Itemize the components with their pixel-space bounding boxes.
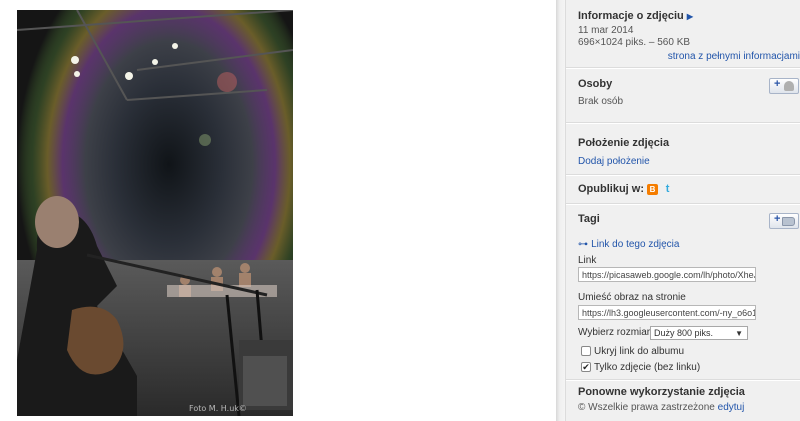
person-icon bbox=[784, 81, 794, 91]
add-person-button[interactable]: + bbox=[769, 78, 799, 94]
separator bbox=[566, 67, 800, 69]
photo-viewer[interactable]: Foto M. H.uk© bbox=[17, 10, 293, 416]
location-title: Położenie zdjęcia bbox=[578, 137, 670, 149]
tag-icon bbox=[782, 217, 795, 226]
chain-link-icon: ⊶ bbox=[578, 239, 588, 250]
photo-info-panel: Informacje o zdjęciu ▶ 11 mar 2014 696×1… bbox=[565, 0, 800, 421]
embed-field[interactable]: https://lh3.googleusercontent.com/-ny_o6… bbox=[578, 305, 756, 320]
only-photo-label: Tylko zdjęcie (bez linku) bbox=[594, 362, 701, 373]
tags-title: Tagi bbox=[578, 213, 600, 225]
only-photo-checkbox[interactable]: ✔ bbox=[581, 362, 591, 372]
tags-section: Tagi bbox=[578, 213, 800, 225]
separator bbox=[566, 203, 800, 205]
main-area: Foto M. H.uk© bbox=[0, 0, 556, 421]
separator bbox=[566, 122, 800, 124]
separator bbox=[566, 379, 800, 381]
size-select[interactable]: Duży 800 piks. ▼ bbox=[650, 326, 748, 340]
full-info-link[interactable]: strona z pełnymi informacjami bbox=[668, 51, 800, 62]
rights-text: Wszelkie prawa zastrzeżone bbox=[588, 402, 715, 413]
panel-divider bbox=[556, 0, 565, 421]
add-tag-button[interactable]: + bbox=[769, 213, 799, 229]
info-section: Informacje o zdjęciu ▶ 11 mar 2014 696×1… bbox=[578, 10, 800, 62]
publish-title: Opublikuj w: bbox=[578, 183, 644, 195]
photo-link[interactable]: Link do tego zdjęcia bbox=[591, 239, 679, 250]
edit-rights-link[interactable]: edytuj bbox=[718, 402, 745, 413]
concert-photo bbox=[17, 10, 293, 416]
hide-album-checkbox[interactable] bbox=[581, 346, 591, 356]
hide-album-label: Ukryj link do albumu bbox=[594, 346, 685, 357]
publish-section: Opublikuj w: Bt bbox=[578, 183, 800, 195]
link-label: Link bbox=[578, 255, 597, 266]
blogger-icon[interactable]: B bbox=[647, 183, 659, 195]
people-section: Osoby Brak osób bbox=[578, 78, 800, 108]
reuse-section: Ponowne wykorzystanie zdjęcia © Wszelkie… bbox=[578, 386, 800, 414]
add-location-link[interactable]: Dodaj położenie bbox=[578, 156, 650, 167]
info-title[interactable]: Informacje o zdjęciu ▶ bbox=[578, 10, 800, 22]
people-none: Brak osób bbox=[578, 96, 624, 107]
twitter-icon[interactable]: t bbox=[662, 183, 673, 195]
reuse-title: Ponowne wykorzystanie zdjęcia bbox=[578, 386, 745, 398]
embed-label: Umieść obraz na stronie bbox=[578, 292, 686, 303]
location-section: Położenie zdjęcia Dodaj położenie bbox=[578, 137, 800, 167]
copyright-icon: © bbox=[578, 402, 586, 413]
dropdown-arrow-icon: ▼ bbox=[735, 329, 743, 338]
separator bbox=[566, 174, 800, 176]
link-field[interactable]: https://picasaweb.google.com/lh/photo/Xh… bbox=[578, 267, 756, 282]
photo-link-row: ⊶ Link do tego zdjęcia bbox=[578, 238, 800, 250]
photo-date: 11 mar 2014 bbox=[578, 25, 634, 36]
people-title: Osoby bbox=[578, 78, 613, 90]
photo-dimensions: 696×1024 piks. – 560 KB bbox=[578, 37, 691, 48]
photo-watermark: Foto M. H.uk© bbox=[189, 404, 247, 413]
